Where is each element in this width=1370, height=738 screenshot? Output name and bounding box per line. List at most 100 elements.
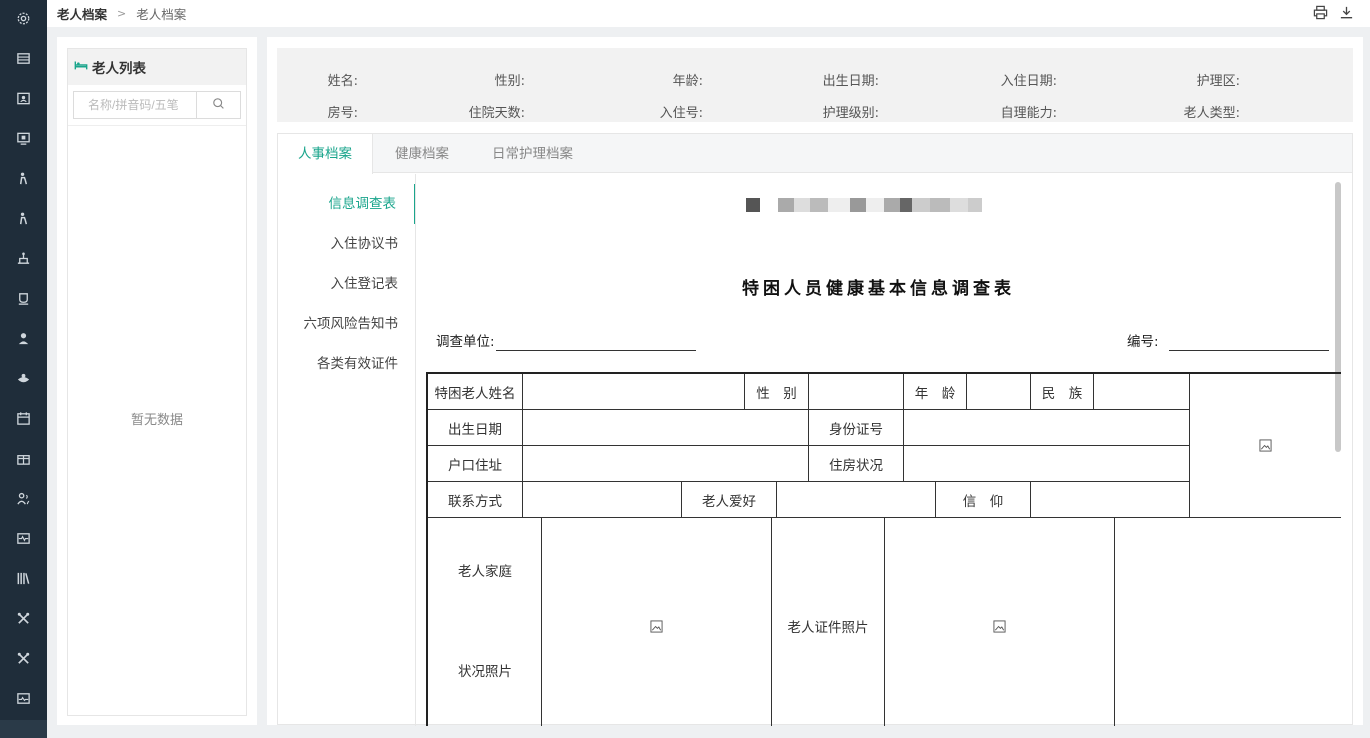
search-button[interactable]: [196, 92, 240, 118]
sidebar-item-5[interactable]: [0, 160, 47, 200]
subnav-survey-form[interactable]: 信息调查表: [278, 184, 416, 224]
monitor-icon: [16, 131, 31, 150]
hukou-label: 户口住址: [428, 446, 523, 482]
archive-tabs: 人事档案 健康档案 日常护理档案: [278, 134, 1352, 174]
sidebar-item-15[interactable]: [0, 560, 47, 600]
id-field[interactable]: [904, 410, 1190, 446]
house-icon: [16, 251, 31, 270]
library-icon: [16, 571, 31, 590]
survey-unit-field[interactable]: [496, 350, 696, 351]
elder-list-panel: 老人列表 暂无数据: [57, 37, 257, 725]
subnav-registration[interactable]: 入住登记表: [278, 264, 416, 304]
subnav-certificates[interactable]: 各类有效证件: [278, 344, 416, 384]
top-bar: 老人档案 > 老人档案: [47, 0, 1370, 27]
elder-search-input[interactable]: [74, 92, 196, 118]
info-self-care-label: 自理能力:: [1000, 106, 1057, 121]
serial-number-label: 编号:: [1127, 334, 1159, 350]
tools-alt-icon: [16, 651, 31, 670]
gift-icon: [16, 451, 31, 470]
family-photo-cell[interactable]: [542, 518, 772, 726]
sidebar-item-3[interactable]: [0, 80, 47, 120]
hand-icon: [16, 371, 31, 390]
info-gender-label: 性别:: [494, 74, 525, 89]
elder-info-summary: 姓名: 性别: 年龄: 出生日期: 入住日期: 护理区: 房号: 住院天数: 入…: [277, 48, 1353, 122]
elder-list-title: 老人列表: [92, 61, 146, 77]
survey-form-grid: 特困老人姓名 性 别 年 龄 民 族 出生日期 身份证号 户口住址 住房状况 联…: [426, 372, 1341, 726]
sidebar-item-11[interactable]: [0, 400, 47, 440]
sidebar-item-9[interactable]: [0, 320, 47, 360]
belief-field[interactable]: [1031, 482, 1190, 518]
sidebar-item-1[interactable]: [0, 0, 47, 40]
sidebar-item-17[interactable]: [0, 640, 47, 680]
sidebar-item-10[interactable]: [0, 360, 47, 400]
hobby-label: 老人爱好: [682, 482, 777, 518]
elder-icon: [16, 171, 31, 190]
info-care-level-label: 护理级别:: [822, 106, 879, 121]
ethnic-field[interactable]: [1094, 374, 1190, 410]
rail-footer: [0, 720, 47, 738]
cert-photo-cell[interactable]: [885, 518, 1115, 726]
layout-icon: [16, 51, 31, 70]
tools-icon: [16, 611, 31, 630]
pulse-alt-icon: [16, 691, 31, 710]
sidebar-item-12[interactable]: [0, 440, 47, 480]
info-care-area-label: 护理区:: [1196, 74, 1240, 89]
users-icon: [16, 491, 31, 510]
breadcrumb-separator-icon: >: [117, 7, 127, 20]
photo-cell[interactable]: [1190, 374, 1341, 518]
sidebar-item-7[interactable]: [0, 240, 47, 280]
bed-icon: [74, 58, 88, 76]
nav-rail: [0, 0, 47, 738]
tab-daily-care-archive[interactable]: 日常护理档案: [472, 134, 593, 173]
gender-field[interactable]: [809, 374, 904, 410]
info-stay-days-label: 住院天数:: [468, 106, 525, 121]
nurse-icon: [16, 331, 31, 350]
image-placeholder-icon: [993, 619, 1006, 633]
image-placeholder-icon: [650, 619, 663, 633]
hukou-field[interactable]: [523, 446, 809, 482]
info-age-label: 年龄:: [672, 74, 703, 89]
sidebar-item-16[interactable]: [0, 600, 47, 640]
contact-label: 联系方式: [428, 482, 523, 518]
survey-unit-label: 调查单位:: [436, 334, 495, 350]
sidebar-item-8[interactable]: [0, 280, 47, 320]
subnav-risk-notice[interactable]: 六项风险告知书: [278, 304, 416, 344]
sidebar-item-14[interactable]: [0, 520, 47, 560]
age-field[interactable]: [967, 374, 1031, 410]
survey-document: 特困人员健康基本信息调查表 调查单位: 编号: 特困老人姓名 性 别 年 龄 民…: [416, 174, 1341, 726]
redacted-org-name: [746, 198, 1016, 214]
user-card-icon: [16, 91, 31, 110]
name-field[interactable]: [523, 374, 745, 410]
search-icon: [212, 97, 225, 114]
sidebar-item-18[interactable]: [0, 680, 47, 720]
sidebar-item-2[interactable]: [0, 40, 47, 80]
sidebar-item-4[interactable]: [0, 120, 47, 160]
divider: [68, 125, 246, 126]
elder-list-header: 老人列表: [68, 49, 246, 85]
elder-search: [73, 91, 241, 119]
info-checkin-no-label: 入住号:: [659, 106, 703, 121]
serial-number-field[interactable]: [1169, 350, 1329, 351]
cert-photo-label: 老人证件照片: [772, 518, 885, 726]
breadcrumb-current: 老人档案: [136, 7, 187, 22]
hobby-field[interactable]: [777, 482, 936, 518]
print-icon[interactable]: [1312, 4, 1328, 20]
download-icon[interactable]: [1338, 4, 1354, 20]
birth-field[interactable]: [523, 410, 809, 446]
sidebar-item-13[interactable]: [0, 480, 47, 520]
birth-label: 出生日期: [428, 410, 523, 446]
family-photo-label: 老人家庭 状况照片: [428, 518, 542, 726]
subnav-agreement[interactable]: 入住协议书: [278, 224, 416, 264]
tab-health-archive[interactable]: 健康档案: [375, 134, 469, 173]
breadcrumb-root[interactable]: 老人档案: [57, 4, 107, 23]
extra-photo-cell[interactable]: [1115, 518, 1341, 726]
info-name-label: 姓名:: [327, 74, 358, 89]
sidebar-item-6[interactable]: [0, 200, 47, 240]
contact-field[interactable]: [523, 482, 682, 518]
housing-field[interactable]: [904, 446, 1190, 482]
age-label: 年 龄: [904, 374, 967, 410]
id-label: 身份证号: [809, 410, 904, 446]
info-elder-type-label: 老人类型:: [1183, 106, 1240, 121]
family-photo-label-line2: 状况照片: [458, 664, 512, 680]
tab-personnel-archive[interactable]: 人事档案: [278, 134, 373, 174]
